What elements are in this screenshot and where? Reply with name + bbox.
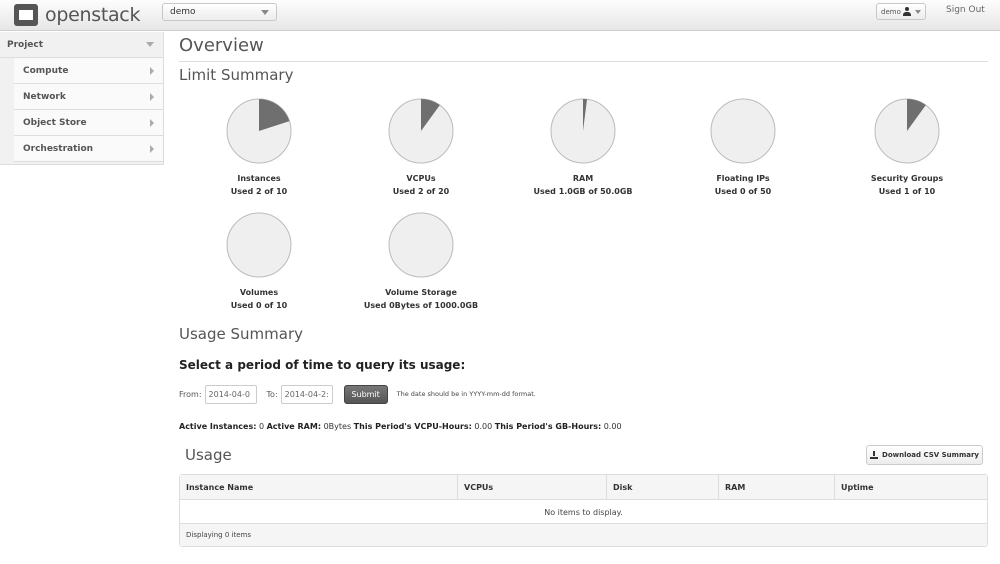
title-divider [179, 61, 988, 62]
user-menu-button[interactable]: demo [876, 3, 926, 20]
chevron-down-icon [261, 10, 269, 15]
chevron-right-icon [150, 67, 154, 75]
sidebar-item-compute[interactable]: Compute [14, 58, 163, 84]
limit-floating-ips: Floating IPs Used 0 of 50 [663, 98, 823, 198]
table-header: Instance Name VCPUs Disk RAM Uptime [180, 475, 987, 500]
download-csv-label: Download CSV Summary [882, 451, 979, 459]
pie-chart [226, 98, 292, 164]
limit-name: Volume Storage [385, 288, 457, 297]
column-header-instance-name[interactable]: Instance Name [180, 475, 457, 499]
limit-vcpus: VCPUs Used 2 of 20 [341, 98, 501, 198]
vcpu-hours-label: This Period's VCPU-Hours: [353, 422, 472, 431]
project-switcher[interactable]: demo [162, 3, 277, 21]
pie-chart [550, 98, 616, 164]
sidebar-item-label: Compute [23, 66, 69, 76]
limit-name: Volumes [239, 288, 279, 297]
limit-used: Used 1.0GB of 50.0GB [533, 187, 633, 196]
pie-free-slice [388, 212, 454, 278]
active-instances-label: Active Instances: [179, 422, 257, 431]
pie-chart [226, 212, 292, 278]
active-ram-label: Active RAM: [266, 422, 322, 431]
active-ram-value: 0Bytes [323, 422, 352, 431]
limit-name: VCPUs [406, 174, 436, 183]
sidebar: Project Compute Network Object Store Orc… [0, 32, 164, 165]
user-menu-label: demo [881, 7, 901, 16]
submit-button[interactable]: Submit [343, 384, 388, 404]
project-switcher-label: demo [170, 7, 196, 17]
gb-hours-label: This Period's GB-Hours: [494, 422, 602, 431]
limit-security-groups: Security Groups Used 1 of 10 [827, 98, 987, 198]
pie-chart [388, 98, 454, 164]
sidebar-item-label: Orchestration [23, 144, 94, 154]
date-range-form: From: 2014-04-0 To: 2014-04-2: Submit Th… [179, 384, 536, 404]
limit-used: Used 2 of 20 [392, 187, 450, 196]
brand-name: openstack [45, 4, 141, 26]
limit-name: Security Groups [870, 174, 944, 183]
pie-free-slice [226, 212, 292, 278]
chevron-right-icon [150, 119, 154, 127]
limit-used: Used 0 of 10 [230, 301, 288, 310]
query-period-title: Select a period of time to query its usa… [179, 358, 466, 372]
limit-used: Used 2 of 10 [230, 187, 288, 196]
gb-hours-value: 0.00 [603, 422, 622, 431]
chevron-right-icon [150, 93, 154, 101]
limit-used: Used 0 of 50 [714, 187, 772, 196]
pie-chart [874, 98, 940, 164]
chevron-right-icon [150, 145, 154, 153]
usage-table: Instance Name VCPUs Disk RAM Uptime No i… [179, 474, 988, 547]
top-navbar: openstack demo demo Sign Out [0, 0, 1000, 31]
limit-ram: RAM Used 1.0GB of 50.0GB [503, 98, 663, 198]
sidebar-item-label: Network [23, 92, 66, 102]
limit-name: Instances [237, 174, 281, 183]
brand-logo[interactable]: openstack [14, 3, 140, 27]
date-format-hint: The date should be in YYYY-mm-dd format. [396, 390, 536, 398]
sidebar-item-object-store[interactable]: Object Store [14, 110, 163, 136]
to-label: To: [266, 389, 278, 399]
pie-chart [710, 98, 776, 164]
user-icon [902, 7, 911, 16]
table-footer: Displaying 0 items [180, 524, 987, 546]
usage-heading: Usage [185, 446, 232, 464]
sidebar-section-project[interactable]: Project [0, 32, 163, 58]
from-label: From: [179, 389, 202, 399]
column-header-ram[interactable]: RAM [718, 475, 834, 499]
to-date-input[interactable]: 2014-04-2: [280, 384, 333, 404]
download-icon [870, 451, 879, 459]
limit-name: RAM [572, 174, 594, 183]
limit-used: Used 1 of 10 [878, 187, 936, 196]
limit-volume-storage: Volume Storage Used 0Bytes of 1000.0GB [341, 212, 501, 312]
pie-free-slice [710, 98, 776, 164]
limit-volumes: Volumes Used 0 of 10 [179, 212, 339, 312]
limit-used: Used 0Bytes of 1000.0GB [363, 301, 479, 310]
sign-out-link[interactable]: Sign Out [946, 5, 985, 15]
limit-summary-heading: Limit Summary [179, 66, 294, 84]
usage-stats: Active Instances: 0 Active RAM: 0Bytes T… [179, 422, 622, 431]
column-header-vcpus[interactable]: VCPUs [457, 475, 606, 499]
column-header-uptime[interactable]: Uptime [834, 475, 987, 499]
openstack-logo-icon [14, 4, 38, 26]
vcpu-hours-value: 0.00 [474, 422, 493, 431]
download-csv-button[interactable]: Download CSV Summary [866, 445, 983, 465]
limit-instances: Instances Used 2 of 10 [179, 98, 339, 198]
column-header-disk[interactable]: Disk [606, 475, 718, 499]
sidebar-item-orchestration[interactable]: Orchestration [14, 136, 163, 162]
sidebar-item-network[interactable]: Network [14, 84, 163, 110]
pie-chart [388, 212, 454, 278]
sidebar-section-label: Project [7, 40, 44, 50]
active-instances-value: 0 [258, 422, 265, 431]
page-title: Overview [179, 35, 264, 56]
empty-table-message: No items to display. [180, 500, 987, 524]
limit-name: Floating IPs [716, 174, 770, 183]
chevron-down-icon [914, 9, 921, 14]
usage-summary-heading: Usage Summary [179, 325, 303, 343]
chevron-down-icon [146, 42, 154, 47]
sidebar-item-label: Object Store [23, 118, 87, 128]
from-date-input[interactable]: 2014-04-0 [204, 384, 257, 404]
